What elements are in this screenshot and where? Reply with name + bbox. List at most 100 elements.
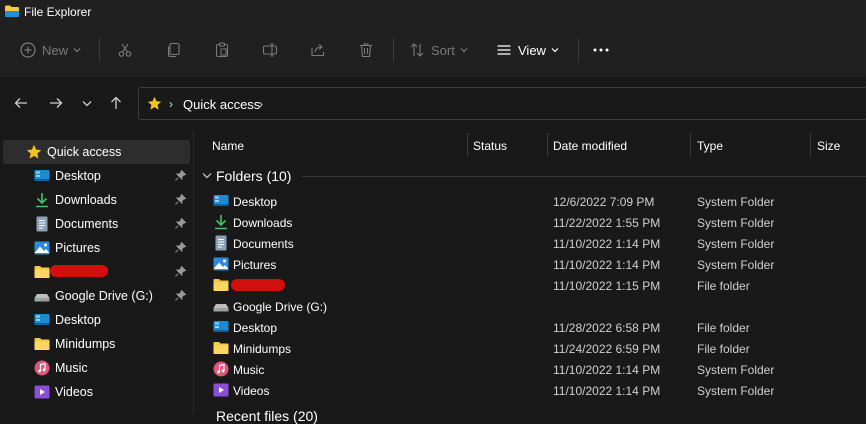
sidebar-item-label: Minidumps [55,337,116,351]
column-divider[interactable] [547,133,548,157]
arrow-left-icon [14,98,27,108]
item-name: Music [233,363,265,377]
item-type: System Folder [697,363,775,377]
item-type: System Folder [697,384,775,398]
plus-circle-icon [20,42,36,58]
sidebar-item-label: Desktop [55,313,101,327]
list-item[interactable]: Videos 11/10/2022 1:14 PM System Folder [194,380,866,401]
toolbar-divider [578,38,579,62]
sidebar-item-google-drive[interactable]: Google Drive (G:) [0,284,193,308]
rename-button[interactable] [262,36,278,64]
list-item[interactable]: 11/10/2022 1:15 PM File folder [194,275,866,296]
more-options-button[interactable] [592,36,610,64]
address-bar[interactable]: › Quick access › [138,87,866,120]
column-divider[interactable] [467,133,468,157]
sidebar-item-videos[interactable]: Videos [0,380,193,404]
view-button[interactable]: View [496,36,559,64]
desktop-icon [34,314,50,325]
desktop-icon [34,170,50,181]
list-item[interactable]: Documents 11/10/2022 1:14 PM System Fold… [194,233,866,254]
pin-icon [175,170,186,181]
folder-icon [34,338,50,350]
cut-button[interactable] [117,36,133,64]
item-type: System Folder [697,258,775,272]
list-item[interactable]: Music 11/10/2022 1:14 PM System Folder [194,359,866,380]
delete-button[interactable] [358,36,374,64]
arrow-right-icon [50,98,63,108]
sidebar-item-label: Music [55,361,88,375]
sort-button[interactable]: Sort [409,36,468,64]
column-header-name[interactable]: Name [212,139,244,153]
item-date: 11/10/2022 1:15 PM [553,279,661,293]
list-item[interactable]: Downloads 11/22/2022 1:55 PM System Fold… [194,212,866,233]
paste-button[interactable] [214,36,230,64]
column-header-status[interactable]: Status [473,139,507,153]
sort-icon [410,43,424,57]
column-headers: Name Status Date modified Type Size [194,131,866,159]
chevron-right-icon: › [169,97,173,111]
column-header-date-modified[interactable]: Date modified [553,139,627,153]
list-item[interactable]: Google Drive (G:) [194,296,866,317]
item-date: 11/10/2022 1:14 PM [553,258,661,272]
list-item[interactable]: Pictures 11/10/2022 1:14 PM System Folde… [194,254,866,275]
group-header-folders[interactable]: Folders (10) [194,165,866,187]
sidebar-item-desktop[interactable]: Desktop [0,164,193,188]
column-divider[interactable] [690,133,691,157]
sidebar-item-downloads[interactable]: Downloads [0,188,193,212]
chevron-right-icon[interactable]: › [259,97,263,111]
sidebar-item-music[interactable]: Music [0,356,193,380]
item-type: System Folder [697,237,775,251]
copy-icon [167,42,180,58]
item-name: Minidumps [233,342,292,356]
scissors-icon [118,43,132,57]
item-date: 11/22/2022 1:55 PM [553,216,661,230]
sidebar-item-desktop[interactable]: Desktop [0,308,193,332]
sidebar-item-minidumps[interactable]: Minidumps [0,332,193,356]
pictures-icon [213,257,229,271]
column-header-type[interactable]: Type [697,139,723,153]
sidebar-item-documents[interactable]: Documents [0,212,193,236]
star-icon [26,144,42,159]
documents-icon [215,235,227,251]
new-button[interactable]: New [20,36,81,64]
sidebar-item-redacted-folder[interactable] [0,260,193,284]
pin-icon [175,194,186,205]
chevron-down-icon [460,48,468,53]
back-button[interactable] [11,93,31,113]
copy-button[interactable] [166,36,182,64]
sidebar-item-quick-access[interactable]: Quick access [0,140,193,164]
item-name: Desktop [233,321,278,335]
item-date: 11/24/2022 6:59 PM [553,342,661,356]
recent-locations-button[interactable] [77,93,97,113]
breadcrumb-quick-access[interactable]: Quick access [183,97,260,112]
group-label: Folders (10) [216,168,292,184]
sidebar-item-label: Google Drive (G:) [55,289,153,303]
star-icon [147,96,162,110]
item-name: Desktop [233,195,278,209]
forward-button[interactable] [46,93,66,113]
navigation-bar: › Quick access › [0,77,866,131]
documents-icon [36,216,48,232]
music-icon [213,361,229,377]
list-item[interactable]: Desktop 11/28/2022 6:58 PM File folder [194,317,866,338]
pin-icon [175,242,186,253]
clipboard-icon [215,42,229,58]
item-name: Google Drive (G:) [233,300,328,314]
share-button[interactable] [310,36,326,64]
item-name: Documents [233,237,294,251]
videos-icon [213,383,229,397]
sidebar-item-label: Downloads [55,193,117,207]
folder-icon [213,342,229,354]
column-header-size[interactable]: Size [817,139,840,153]
list-item[interactable]: Minidumps 11/24/2022 6:59 PM File folder [194,338,866,359]
list-item[interactable]: Desktop 12/6/2022 7:09 PM System Folder [194,191,866,212]
group-header-recent-files[interactable]: Recent files (20) [216,408,318,424]
column-divider[interactable] [810,133,811,157]
item-name: Downloads [233,216,293,230]
folder-icon [213,279,229,291]
chevron-down-icon [82,100,92,106]
item-type: File folder [697,342,750,356]
up-button[interactable] [106,93,126,113]
sidebar-item-pictures[interactable]: Pictures [0,236,193,260]
drive-icon [213,304,229,312]
